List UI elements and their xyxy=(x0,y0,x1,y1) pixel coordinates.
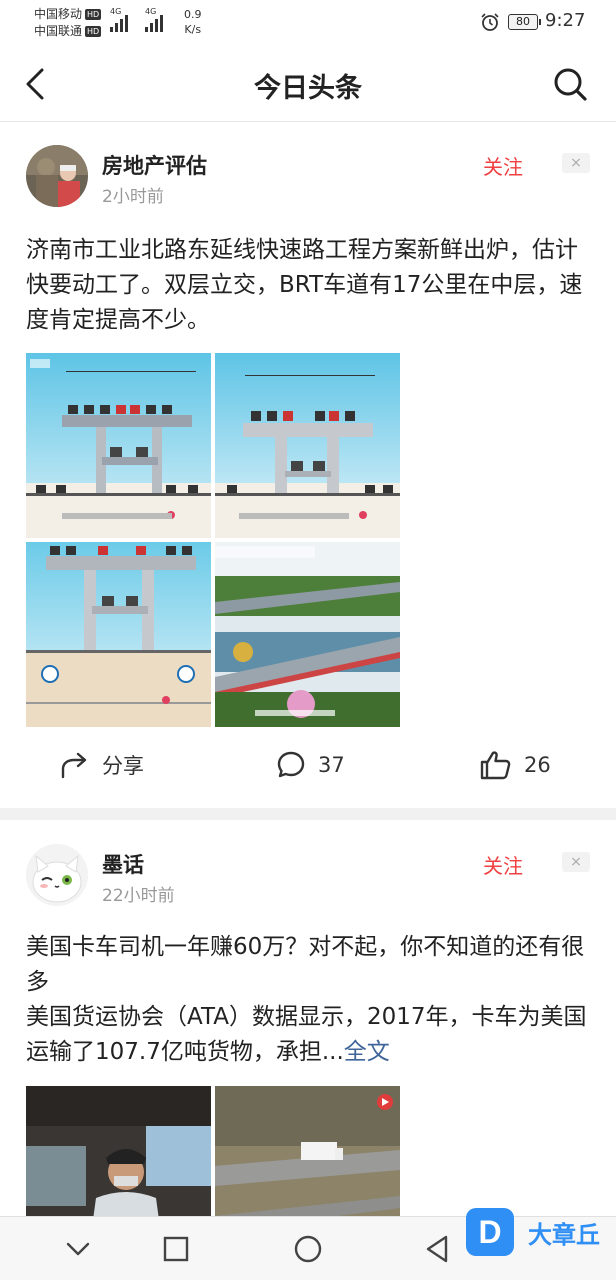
carrier-1: 中国移动 xyxy=(34,7,83,21)
clock: 9:27 xyxy=(545,10,586,31)
post-time: 2小时前 xyxy=(102,187,164,207)
signal-icon: 4G xyxy=(145,7,163,32)
share-label: 分享 xyxy=(102,754,144,778)
post-text[interactable]: 美国卡车司机一年赚60万？对不起，你不知道的还有很多 美国货运协会（ATA）数据… xyxy=(26,930,590,1070)
read-more-link[interactable]: 全文 xyxy=(344,1039,390,1065)
like-button[interactable]: 26 xyxy=(480,745,551,785)
feed-divider xyxy=(0,808,616,820)
watermark-badge: D 大章丘 xyxy=(466,1206,606,1258)
feed-post[interactable]: 房地产评估 2小时前 关注 × 济南市工业北路东延线快速路工程方案新鲜出炉，估计… xyxy=(0,123,616,808)
carrier-info: 中国移动 HD 中国联通 HD xyxy=(34,6,102,40)
battery-indicator: 80 xyxy=(508,14,541,30)
follow-button[interactable]: 关注 xyxy=(483,850,523,879)
post-time: 22小时前 xyxy=(102,886,175,906)
home-icon[interactable] xyxy=(292,1233,324,1265)
share-icon xyxy=(61,752,87,779)
post-image[interactable] xyxy=(26,542,211,727)
dismiss-button[interactable]: × xyxy=(562,852,590,872)
post-image[interactable] xyxy=(215,353,400,538)
back-triangle-icon[interactable] xyxy=(422,1233,454,1265)
comment-icon xyxy=(277,751,305,778)
follow-button[interactable]: 关注 xyxy=(483,151,523,180)
author-name[interactable]: 房地产评估 xyxy=(102,150,207,180)
badge-logo: D xyxy=(466,1208,514,1256)
alarm-icon xyxy=(481,13,499,31)
status-bar: 中国移动 HD 中国联通 HD 4G 4G 0.9 K/s 80 9:27 xyxy=(0,0,616,48)
thumbs-up-icon xyxy=(480,751,511,780)
comment-count: 37 xyxy=(318,753,345,777)
network-speed: 0.9 K/s xyxy=(184,8,202,36)
like-count: 26 xyxy=(524,753,551,777)
badge-brand: 大章丘 xyxy=(528,1220,600,1249)
signal-icon: 4G xyxy=(110,7,128,32)
top-app-bar: 今日头条 xyxy=(0,48,616,122)
share-button[interactable]: 分享 xyxy=(60,745,144,785)
hd-badge: HD xyxy=(85,9,102,20)
post-image[interactable] xyxy=(26,1086,211,1220)
post-text[interactable]: 济南市工业北路东延线快速路工程方案新鲜出炉，估计快要动工了。双层立交，BRT车道… xyxy=(26,233,590,338)
comment-button[interactable]: 37 xyxy=(276,745,345,785)
post-image[interactable] xyxy=(215,1086,400,1220)
recent-apps-icon[interactable] xyxy=(160,1233,192,1265)
search-icon[interactable] xyxy=(552,66,588,102)
carrier-2: 中国联通 xyxy=(34,24,83,38)
page-title: 今日头条 xyxy=(254,73,362,104)
hd-badge: HD xyxy=(85,26,102,37)
chevron-down-icon[interactable] xyxy=(62,1233,94,1265)
post-actions: 分享 37 26 xyxy=(0,745,616,785)
post-image[interactable] xyxy=(215,542,400,727)
post-image[interactable] xyxy=(26,353,211,538)
author-name[interactable]: 墨话 xyxy=(102,849,144,879)
post-excerpt: 美国货运协会（ATA）数据显示，2017年，卡车为美国运输了107.7亿吨货物，… xyxy=(26,1004,587,1065)
avatar[interactable] xyxy=(26,145,88,207)
feed-post[interactable]: 墨话 22小时前 关注 × 美国卡车司机一年赚60万？对不起，你不知道的还有很多… xyxy=(0,820,616,1220)
avatar[interactable] xyxy=(26,844,88,906)
dismiss-button[interactable]: × xyxy=(562,153,590,173)
post-headline: 美国卡车司机一年赚60万？对不起，你不知道的还有很多 xyxy=(26,934,585,995)
